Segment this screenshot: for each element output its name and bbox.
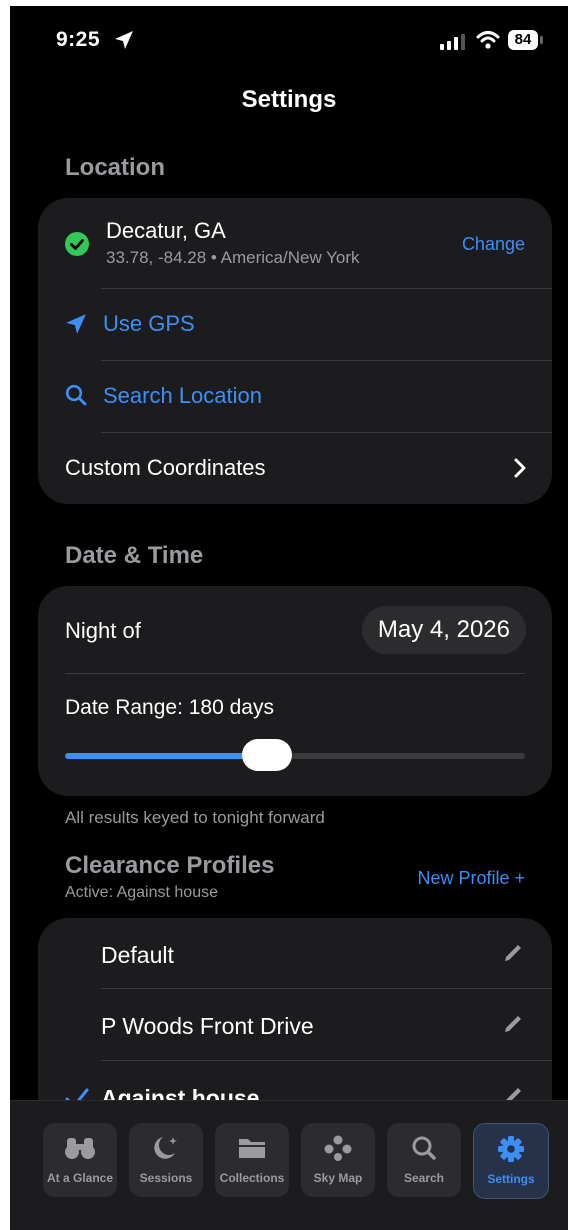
status-bar: 9:25 84 <box>10 6 568 72</box>
custom-coordinates-label: Custom Coordinates <box>65 455 266 480</box>
moon-stars-icon <box>154 1137 177 1159</box>
search-location-label: Search Location <box>103 383 262 408</box>
magnifier-icon <box>412 1136 436 1160</box>
use-gps-button[interactable]: Use GPS <box>38 289 552 359</box>
tab-at-a-glance[interactable]: At a Glance <box>43 1123 117 1197</box>
tab-search[interactable]: Search <box>387 1123 461 1197</box>
active-profile-label: Active: Against house <box>65 884 218 901</box>
settings-screen: 9:25 84 Settings Location Decatur, GA 33… <box>10 6 568 1230</box>
profile-name: P Woods Front Drive <box>101 1013 314 1039</box>
wifi-icon <box>476 31 500 49</box>
location-section-title: Location <box>65 154 165 181</box>
location-name: Decatur, GA <box>106 218 226 243</box>
pencil-icon[interactable] <box>502 1013 524 1035</box>
date-range-label: Date Range: 180 days <box>65 696 274 719</box>
tab-sky-map[interactable]: Sky Map <box>301 1123 375 1197</box>
folder-icon <box>239 1139 265 1158</box>
search-location-button[interactable]: Search Location <box>38 361 552 431</box>
slider-fill <box>65 753 268 759</box>
tab-label: Search <box>403 1171 445 1185</box>
pencil-icon[interactable] <box>502 942 524 964</box>
tab-collections[interactable]: Collections <box>215 1123 289 1197</box>
tab-label: Collections <box>219 1171 285 1185</box>
slider-thumb[interactable] <box>242 739 293 771</box>
location-arrow-icon <box>66 314 86 334</box>
location-arrow-icon <box>115 31 133 49</box>
date-time-card: Night of May 4, 2026 Date Range: 180 day… <box>38 586 552 796</box>
divider <box>65 673 525 674</box>
battery-indicator: 84 <box>508 30 538 50</box>
status-time: 9:25 <box>56 28 101 51</box>
custom-coordinates-row[interactable]: Custom Coordinates <box>38 433 552 503</box>
page-title: Settings <box>241 86 337 113</box>
clearance-section-title: Clearance Profiles <box>65 852 275 879</box>
use-gps-label: Use GPS <box>103 311 195 336</box>
date-range-slider[interactable] <box>65 739 525 771</box>
tab-label: Settings <box>487 1172 535 1186</box>
constellation-icon <box>324 1135 352 1161</box>
tab-sessions[interactable]: Sessions <box>129 1123 203 1197</box>
new-profile-button[interactable]: New Profile + <box>417 868 525 889</box>
tab-bar: At a Glance Sessions Collections Sky Map… <box>10 1100 568 1230</box>
tab-label: Sky Map <box>313 1171 363 1185</box>
binoculars-icon <box>65 1138 95 1159</box>
profile-row[interactable]: Default <box>38 918 552 988</box>
chevron-right-icon <box>514 458 526 478</box>
date-time-section-title: Date & Time <box>65 542 204 569</box>
gear-icon <box>498 1136 524 1162</box>
tab-label: Sessions <box>139 1171 193 1185</box>
search-icon <box>65 384 87 406</box>
tab-settings[interactable]: Settings <box>473 1123 549 1199</box>
night-of-label: Night of <box>65 618 141 643</box>
night-of-date-picker[interactable]: May 4, 2026 <box>361 606 526 654</box>
change-location-button[interactable]: Change <box>462 234 525 255</box>
cellular-signal-icon <box>440 34 465 50</box>
tab-label: At a Glance <box>46 1171 114 1185</box>
location-card: Decatur, GA 33.78, -84.28 • America/New … <box>38 198 552 504</box>
checkmark-circle-icon <box>65 232 89 256</box>
location-details: 33.78, -84.28 • America/New York <box>106 248 360 267</box>
battery-cap <box>540 36 543 44</box>
profile-row[interactable]: P Woods Front Drive <box>38 989 552 1059</box>
date-range-footnote: All results keyed to tonight forward <box>65 808 325 827</box>
profile-name: Default <box>101 942 174 968</box>
